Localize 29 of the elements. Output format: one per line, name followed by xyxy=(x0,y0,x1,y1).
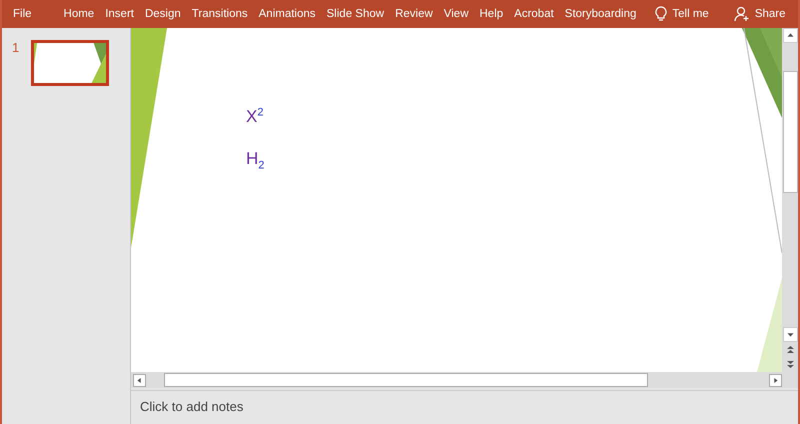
scroll-left-icon[interactable] xyxy=(133,374,146,386)
share-button[interactable]: Share xyxy=(728,0,791,28)
ribbon-tab[interactable]: Help xyxy=(474,0,508,28)
ribbon-tab[interactable]: Review xyxy=(390,0,438,28)
ribbon-tab[interactable]: View xyxy=(438,0,474,28)
scroll-up-icon[interactable] xyxy=(782,28,798,43)
person-add-icon xyxy=(734,6,750,22)
ribbon-tab[interactable]: Storyboarding xyxy=(560,0,642,28)
scroll-down-icon[interactable] xyxy=(782,327,798,342)
ribbon-tab[interactable]: Design xyxy=(140,0,186,28)
slide-thumbnail[interactable] xyxy=(31,40,110,86)
tell-me-button[interactable]: Tell me xyxy=(650,0,714,28)
ribbon-tab[interactable]: Animations xyxy=(254,0,321,28)
ribbon-tab[interactable]: Slide Show xyxy=(322,0,390,28)
vertical-scrollbar[interactable] xyxy=(782,28,798,372)
horizontal-scrollbar[interactable] xyxy=(131,372,798,388)
scroll-thumb[interactable] xyxy=(782,71,798,193)
ribbon-tab[interactable]: Transitions xyxy=(186,0,253,28)
ribbon-tab[interactable]: Acrobat xyxy=(509,0,559,28)
scroll-thumb[interactable] xyxy=(164,373,648,387)
ribbon-tab[interactable]: Insert xyxy=(100,0,139,28)
scroll-right-icon[interactable] xyxy=(769,374,782,386)
slide-number: 1 xyxy=(12,40,20,55)
slide-text[interactable]: X$^{2}$ xyxy=(246,106,264,127)
lightbulb-icon xyxy=(655,6,668,22)
notes-field[interactable]: Click to add notes xyxy=(131,390,798,422)
ribbon-tab[interactable]: Home xyxy=(58,0,100,28)
slide-text[interactable]: H$_{2}$ xyxy=(246,148,264,172)
ribbon-tab[interactable]: File xyxy=(8,0,37,28)
